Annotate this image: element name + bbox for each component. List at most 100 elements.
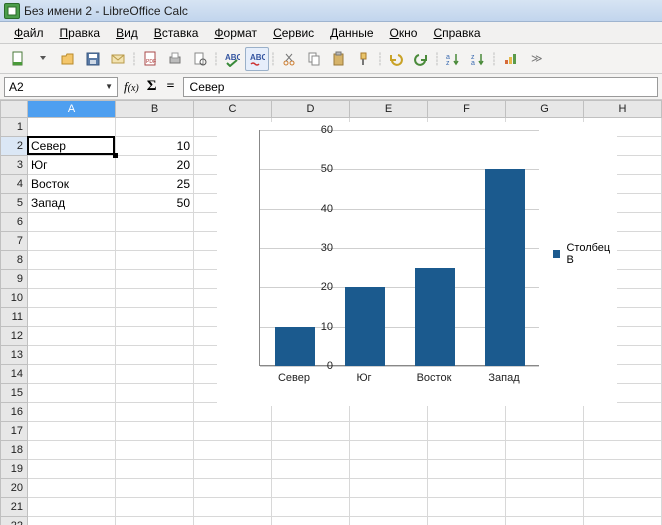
cell[interactable] [116, 479, 194, 498]
cell[interactable]: 20 [116, 156, 194, 175]
cell[interactable] [116, 327, 194, 346]
cell[interactable] [506, 441, 584, 460]
cell[interactable] [116, 498, 194, 517]
cell[interactable] [116, 251, 194, 270]
cell[interactable] [116, 441, 194, 460]
row-header[interactable]: 4 [0, 175, 28, 194]
row-header[interactable]: 16 [0, 403, 28, 422]
cell[interactable] [194, 498, 272, 517]
row-header[interactable]: 21 [0, 498, 28, 517]
cell[interactable] [194, 422, 272, 441]
cell[interactable]: 50 [116, 194, 194, 213]
row-header[interactable]: 7 [0, 232, 28, 251]
column-header[interactable]: B [116, 100, 194, 118]
sort-asc-icon[interactable]: az [441, 47, 465, 71]
cell[interactable] [350, 441, 428, 460]
cell[interactable] [116, 365, 194, 384]
cell[interactable] [116, 213, 194, 232]
cell[interactable] [428, 441, 506, 460]
sum-icon[interactable]: Σ [145, 78, 159, 95]
row-header[interactable]: 10 [0, 289, 28, 308]
cell[interactable] [28, 118, 116, 137]
cell[interactable] [584, 517, 662, 525]
cell[interactable] [116, 118, 194, 137]
cell[interactable] [506, 517, 584, 525]
cell[interactable] [272, 441, 350, 460]
cell[interactable] [116, 346, 194, 365]
row-header[interactable]: 9 [0, 270, 28, 289]
more-icon[interactable]: ≫ [523, 47, 547, 71]
cell[interactable] [116, 308, 194, 327]
row-header[interactable]: 5 [0, 194, 28, 213]
row-header[interactable]: 6 [0, 213, 28, 232]
row-header[interactable]: 12 [0, 327, 28, 346]
cell[interactable] [272, 460, 350, 479]
menu-файл[interactable]: Файл [6, 24, 52, 42]
spellcheck-icon[interactable]: ABC [220, 47, 244, 71]
cell[interactable] [506, 479, 584, 498]
menu-окно[interactable]: Окно [382, 24, 426, 42]
row-header[interactable]: 15 [0, 384, 28, 403]
cell[interactable] [28, 346, 116, 365]
cell[interactable] [28, 365, 116, 384]
cell[interactable] [272, 479, 350, 498]
cell[interactable] [194, 441, 272, 460]
menu-вид[interactable]: Вид [108, 24, 146, 42]
column-header[interactable]: G [506, 100, 584, 118]
cell[interactable]: Север [28, 137, 116, 156]
email-icon[interactable] [106, 47, 130, 71]
chart-icon[interactable] [498, 47, 522, 71]
name-box[interactable]: A2 ▼ [4, 77, 118, 97]
cell[interactable] [584, 460, 662, 479]
cell[interactable] [350, 517, 428, 525]
cell[interactable] [194, 460, 272, 479]
cell[interactable] [272, 422, 350, 441]
cell[interactable] [584, 498, 662, 517]
cut-icon[interactable] [277, 47, 301, 71]
cell[interactable] [272, 517, 350, 525]
cell[interactable] [28, 289, 116, 308]
cell[interactable] [506, 460, 584, 479]
cell[interactable] [28, 460, 116, 479]
cell[interactable] [506, 422, 584, 441]
row-header[interactable]: 8 [0, 251, 28, 270]
cell[interactable] [28, 384, 116, 403]
cell[interactable]: 25 [116, 175, 194, 194]
cell[interactable] [350, 422, 428, 441]
menu-справка[interactable]: Справка [425, 24, 488, 42]
cell[interactable] [506, 498, 584, 517]
cell[interactable] [194, 479, 272, 498]
paste-icon[interactable] [327, 47, 351, 71]
pdf-export-icon[interactable]: PDF [138, 47, 162, 71]
cell[interactable] [28, 498, 116, 517]
cell[interactable] [28, 441, 116, 460]
cell[interactable] [116, 384, 194, 403]
formula-equals-icon[interactable]: = [163, 79, 179, 95]
cell[interactable] [116, 232, 194, 251]
row-header[interactable]: 13 [0, 346, 28, 365]
save-icon[interactable] [81, 47, 105, 71]
cell[interactable] [28, 327, 116, 346]
spreadsheet-grid[interactable]: ABCDEFGH 1234567891011121314151617181920… [0, 100, 662, 525]
row-header[interactable]: 17 [0, 422, 28, 441]
cell[interactable] [428, 479, 506, 498]
cell[interactable] [116, 270, 194, 289]
row-header[interactable]: 2 [0, 137, 28, 156]
open-icon[interactable] [56, 47, 80, 71]
column-header[interactable]: E [350, 100, 428, 118]
format-paintbrush-icon[interactable] [352, 47, 376, 71]
formula-input[interactable]: Север [183, 77, 658, 97]
cell[interactable]: Юг [28, 156, 116, 175]
undo-icon[interactable] [384, 47, 408, 71]
row-header[interactable]: 18 [0, 441, 28, 460]
cell[interactable] [28, 403, 116, 422]
cell[interactable] [116, 289, 194, 308]
cell[interactable] [116, 422, 194, 441]
cell[interactable] [116, 403, 194, 422]
row-header[interactable]: 3 [0, 156, 28, 175]
dropdown-icon[interactable] [31, 47, 55, 71]
cell[interactable] [428, 422, 506, 441]
cell[interactable] [428, 517, 506, 525]
cell[interactable] [28, 232, 116, 251]
cell[interactable] [28, 308, 116, 327]
